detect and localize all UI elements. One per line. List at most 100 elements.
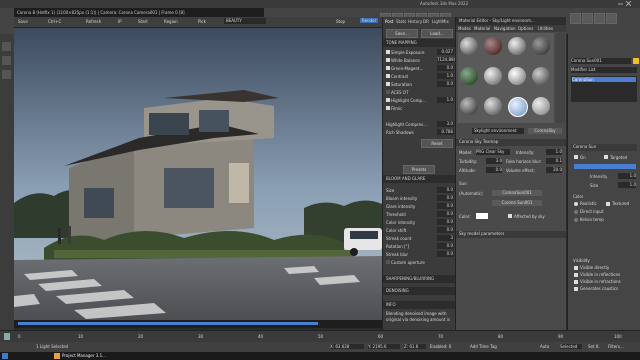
project-manager-icon[interactable] bbox=[54, 353, 60, 359]
tm-row-simple-exposure[interactable]: Simple Exposure 0.027 bbox=[386, 49, 454, 56]
key-filter-select[interactable]: Selected bbox=[560, 344, 582, 349]
menu-utilities[interactable]: Utilities bbox=[538, 26, 553, 31]
bloom-row[interactable]: Bloom intensity 0.0 bbox=[386, 195, 454, 202]
sample-slot[interactable] bbox=[532, 37, 550, 55]
sun-pick-button[interactable]: CoronaSun001 bbox=[492, 190, 542, 196]
streak-blur-value[interactable]: 0.0 bbox=[437, 251, 454, 257]
tone-mapping-header[interactable]: TONE MAPPING bbox=[383, 39, 456, 47]
sun-intensity-value[interactable]: 1.0 bbox=[618, 173, 636, 179]
render-setup-icon[interactable] bbox=[570, 13, 581, 24]
rich-shadows-row[interactable]: Rich Shadows 0.786 bbox=[386, 129, 454, 136]
sun-size-value[interactable]: 1.0 bbox=[618, 182, 636, 188]
saturation-value[interactable]: 0.0 bbox=[437, 81, 454, 87]
contrast-value[interactable]: 1.0 bbox=[437, 73, 454, 79]
on-checkbox[interactable] bbox=[574, 155, 578, 159]
minimize-icon[interactable] bbox=[618, 1, 623, 6]
corona-sky-header[interactable]: Corona Sky Texmap bbox=[456, 139, 566, 146]
channel-select[interactable]: BEAUTY bbox=[224, 18, 266, 24]
menu-modes[interactable]: Modes bbox=[458, 26, 471, 31]
vfb-copy-button[interactable]: Ctrl+C bbox=[48, 19, 61, 24]
y-coord-field[interactable]: Y: 2195.6 bbox=[368, 344, 400, 349]
sky-model-params-header[interactable]: Sky model parameters bbox=[456, 231, 566, 238]
filmic-checkbox[interactable] bbox=[386, 106, 390, 110]
threshold-value[interactable]: 0.0 bbox=[437, 211, 454, 217]
tab-lightmix[interactable]: LightMix bbox=[432, 19, 449, 26]
bloom-intensity-value[interactable]: 0.0 bbox=[437, 195, 454, 201]
affected-by-sky-checkbox[interactable] bbox=[508, 214, 512, 218]
sample-slot[interactable] bbox=[460, 97, 478, 115]
tm-row-filmic[interactable]: Filmic bbox=[386, 105, 454, 112]
sun-node-button[interactable]: Corona Sun001 bbox=[492, 200, 542, 206]
sample-slot[interactable] bbox=[532, 97, 550, 115]
presets-button[interactable]: Presets bbox=[403, 165, 435, 174]
volume-effect-value[interactable]: 20.0 bbox=[546, 167, 562, 173]
tm-row-contrast[interactable]: Contrast 1.0 bbox=[386, 73, 454, 80]
bloom-row[interactable]: Size 0.0 bbox=[386, 187, 454, 194]
fake-horizon-value[interactable]: 0.1 bbox=[546, 158, 562, 164]
rich-shadows-value[interactable]: 0.786 bbox=[437, 129, 454, 135]
sample-slot[interactable] bbox=[532, 67, 550, 85]
sample-slot[interactable] bbox=[460, 37, 478, 55]
tm-row-white-balance[interactable]: White Balance 7124.894 bbox=[386, 57, 456, 64]
set-key-button[interactable]: Set K. bbox=[588, 344, 600, 349]
settings-save-button[interactable]: Save... bbox=[386, 29, 418, 38]
highlight-value[interactable]: 1.0 bbox=[437, 97, 454, 103]
visible-reflections-checkbox[interactable] bbox=[574, 273, 578, 277]
glare-intensity-value[interactable]: 0.0 bbox=[437, 203, 454, 209]
model-select[interactable]: PRG Clear Sky bbox=[476, 149, 510, 155]
highlight-compress-row[interactable]: Highlight Compres... 3.0 bbox=[386, 121, 454, 128]
create-icon[interactable] bbox=[2, 42, 11, 51]
green-magenta-value[interactable]: 0.0 bbox=[437, 65, 454, 71]
settings-load-button[interactable]: Load... bbox=[421, 29, 453, 38]
hierarchy-icon[interactable] bbox=[2, 70, 11, 79]
visible-refractions-checkbox[interactable] bbox=[574, 280, 578, 284]
tab-history[interactable]: History bbox=[408, 19, 422, 26]
filters-button[interactable]: Filters... bbox=[608, 344, 624, 349]
aces-checkbox[interactable] bbox=[386, 90, 390, 94]
white-balance-value[interactable]: 7124.894 bbox=[437, 57, 456, 63]
bloom-row[interactable]: Streak count 3 bbox=[386, 235, 454, 242]
bloom-row[interactable]: Color intensity 0.0 bbox=[386, 219, 454, 226]
add-time-tag-button[interactable]: Add Time Tag bbox=[470, 344, 497, 349]
stack-item-coronasun[interactable]: CoronaSun bbox=[572, 77, 636, 82]
object-color-swatch[interactable] bbox=[633, 58, 639, 64]
tab-post[interactable]: Post bbox=[385, 19, 393, 26]
textured-checkbox[interactable] bbox=[606, 202, 610, 206]
sample-slot[interactable] bbox=[484, 37, 502, 55]
color-swatch[interactable] bbox=[476, 213, 488, 219]
sample-slot-selected[interactable] bbox=[508, 97, 528, 117]
targeted-checkbox[interactable] bbox=[604, 155, 608, 159]
sample-slot[interactable] bbox=[508, 37, 526, 55]
tm-row-green-magenta[interactable]: Green-Magent... 0.0 bbox=[386, 65, 454, 72]
bloom-glare-header[interactable]: BLOOM AND GLARE bbox=[383, 175, 456, 183]
color-shift-value[interactable]: 0.0 bbox=[437, 227, 454, 233]
tab-dr[interactable]: DR bbox=[423, 19, 429, 26]
bloom-row[interactable]: Custom aperture bbox=[386, 259, 454, 266]
sample-slot[interactable] bbox=[484, 67, 502, 85]
info-header[interactable]: INFO bbox=[383, 301, 456, 309]
altitude-value[interactable]: 0.0 bbox=[486, 167, 502, 173]
modify-icon[interactable] bbox=[2, 56, 11, 65]
project-manager-task[interactable]: Project Manager 3.1... bbox=[62, 353, 106, 358]
auto-key-button[interactable]: Auto bbox=[540, 344, 549, 349]
white-balance-checkbox[interactable] bbox=[386, 58, 390, 62]
material-name-field[interactable]: Skylight environment bbox=[472, 128, 524, 134]
saturation-checkbox[interactable] bbox=[386, 82, 390, 86]
bloom-row[interactable]: Color shift 0.0 bbox=[386, 227, 454, 234]
vfb-pick-button[interactable]: Pick bbox=[198, 19, 206, 24]
vfb-render-button[interactable]: Render bbox=[360, 18, 379, 23]
highlight-checkbox[interactable] bbox=[386, 98, 390, 102]
render-frame-icon[interactable] bbox=[582, 13, 593, 24]
vfb-ip-button[interactable]: IP bbox=[118, 19, 122, 24]
streak-count-value[interactable]: 3 bbox=[437, 235, 454, 241]
bloom-row[interactable]: Rotation [°] 0.0 bbox=[386, 243, 454, 250]
denoising-header[interactable]: DENOISING bbox=[383, 287, 456, 295]
intensity-value[interactable]: 1.0 bbox=[546, 149, 562, 155]
bloom-size-value[interactable]: 0.0 bbox=[437, 187, 454, 193]
menu-options[interactable]: Options bbox=[518, 26, 533, 31]
vfb-stop-button[interactable]: Stop bbox=[336, 19, 345, 24]
custom-aperture-checkbox[interactable] bbox=[386, 260, 390, 264]
simple-exposure-value[interactable]: 0.027 bbox=[437, 49, 454, 55]
bloom-row[interactable]: Streak blur 0.0 bbox=[386, 251, 454, 258]
sample-slot[interactable] bbox=[484, 97, 502, 115]
